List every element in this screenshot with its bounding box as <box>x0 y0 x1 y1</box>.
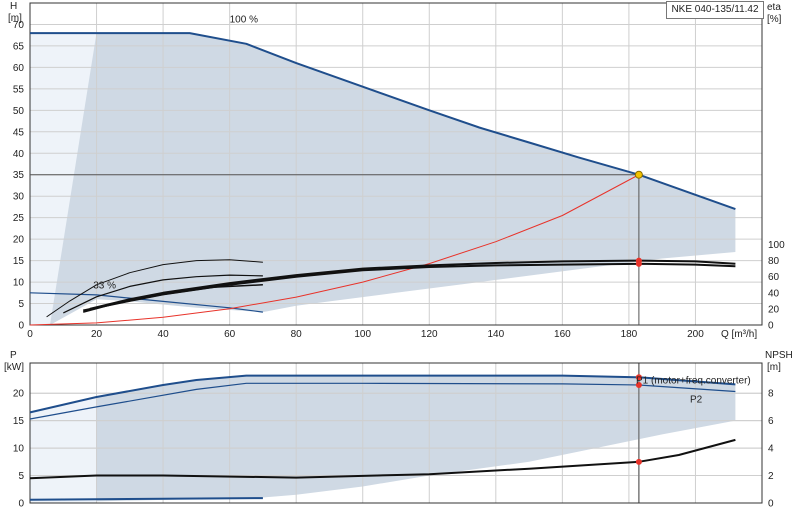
chart-canvas: 0 20 40 60 80 100 120 140 160 180 200 Q [m³/h]05101… <box>4 1 793 510</box>
power-y-axis-label: P <box>10 350 17 361</box>
head-x-axis-label: Q [m³/h] <box>721 329 757 340</box>
head-y-tick-label: 35 <box>13 170 25 181</box>
eta-y-tick-label: 100 <box>768 240 785 251</box>
power-y-tick-label: 15 <box>13 416 25 427</box>
head-y-tick-label: 55 <box>13 84 25 95</box>
eta-y-axis-unit: [%] <box>767 14 782 25</box>
head-x-tick-label: 40 <box>158 329 170 340</box>
power-y-axis-unit: [kW] <box>4 362 24 373</box>
head-x-tick-label: 80 <box>291 329 303 340</box>
eta-y-tick-label: 80 <box>768 256 780 267</box>
head-x-tick-label: 200 <box>687 329 704 340</box>
npsh-y-tick-label: 0 <box>768 499 774 510</box>
series-label-p1: P1 (motor+freq.converter) <box>636 375 751 386</box>
head-y-tick-label: 60 <box>13 63 25 74</box>
eta-duty-marker <box>635 260 642 267</box>
npsh-y-axis-label: NPSH <box>765 350 793 361</box>
head-x-tick-label: 60 <box>224 329 236 340</box>
power-duty-marker <box>635 458 642 465</box>
model-label: NKE 040-135/11.42 <box>666 1 764 19</box>
head-y-tick-label: 65 <box>13 41 25 52</box>
curve-annotation: 100 % <box>230 14 258 25</box>
power-y-tick-label: 0 <box>18 499 24 510</box>
npsh-y-tick-label: 6 <box>768 416 774 427</box>
head-y-axis-unit: [m] <box>8 13 22 24</box>
head-x-tick-label: 120 <box>421 329 438 340</box>
eta-y-tick-label: 0 <box>768 321 774 332</box>
head-envelope-region <box>30 33 736 325</box>
power-power-region <box>30 375 736 503</box>
head-y-tick-label: 30 <box>13 192 25 203</box>
eta-y-tick-label: 60 <box>768 272 780 283</box>
head-y-axis-label: H <box>10 1 17 12</box>
power-y-tick-label: 20 <box>13 389 25 400</box>
duty-point-marker <box>634 170 643 179</box>
head-x-tick-label: 0 <box>27 329 33 340</box>
head-x-tick-label: 160 <box>554 329 571 340</box>
eta-y-axis-label: eta <box>767 2 781 13</box>
eta-y-tick-label: 40 <box>768 288 780 299</box>
power-y-tick-label: 10 <box>13 444 25 455</box>
head-x-tick-label: 140 <box>487 329 504 340</box>
head-y-tick-label: 15 <box>13 256 25 267</box>
npsh-y-tick-label: 4 <box>768 444 774 455</box>
head-y-tick-label: 0 <box>18 321 24 332</box>
head-y-tick-label: 45 <box>13 127 25 138</box>
head-y-tick-label: 10 <box>13 278 25 289</box>
head-y-tick-label: 20 <box>13 235 25 246</box>
eta-y-tick-label: 20 <box>768 304 780 315</box>
npsh-y-axis-unit: [m] <box>767 362 781 373</box>
head-x-tick-label: 100 <box>354 329 371 340</box>
curve-annotation: 33 % <box>93 281 116 292</box>
npsh-y-tick-label: 8 <box>768 389 774 400</box>
head-y-tick-label: 5 <box>18 299 24 310</box>
head-y-tick-label: 25 <box>13 213 25 224</box>
head-x-tick-label: 180 <box>621 329 638 340</box>
power-y-tick-label: 5 <box>18 471 24 482</box>
pump-curve-chart: 0 20 40 60 80 100 120 140 160 180 200 Q [m³/h] 0 5 10 1… <box>0 0 800 520</box>
head-y-tick-label: 50 <box>13 106 25 117</box>
npsh-y-tick-label: 2 <box>768 471 774 482</box>
series-label-p2: P2 <box>690 395 703 406</box>
head-x-tick-label: 20 <box>91 329 103 340</box>
head-y-tick-label: 40 <box>13 149 25 160</box>
